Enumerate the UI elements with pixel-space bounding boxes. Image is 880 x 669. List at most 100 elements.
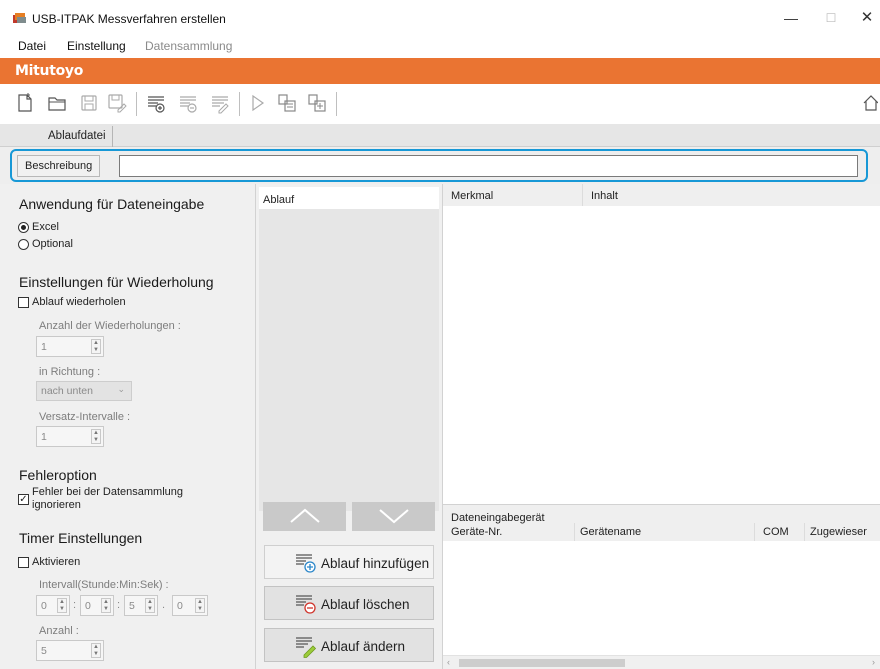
save-as-icon[interactable]: [106, 92, 128, 114]
edit-procedure-icon: [296, 637, 317, 658]
repeat-count-label: Anzahl der Wiederholungen :: [39, 320, 181, 332]
add-procedure-icon[interactable]: [145, 92, 167, 114]
attributes-grid[interactable]: Merkmal Inhalt: [443, 184, 880, 504]
scrollbar-thumb[interactable]: [459, 659, 625, 667]
timer-checkbox[interactable]: Aktivieren: [18, 556, 80, 568]
minimize-button[interactable]: —: [776, 8, 806, 28]
description-label: Beschreibung: [17, 155, 101, 177]
interval-seconds-value: 5: [129, 600, 135, 612]
column-divider[interactable]: [574, 523, 575, 541]
column-merkmal[interactable]: Merkmal: [451, 190, 493, 202]
column-geraete-nr[interactable]: Geräte-Nr.: [451, 526, 502, 538]
repeat-checkbox-box[interactable]: [18, 296, 29, 308]
close-button[interactable]: ✕: [852, 8, 880, 28]
device-grid-header: Dateneingabegerät Geräte-Nr. Gerätename …: [443, 505, 880, 541]
interval-seconds-spinner[interactable]: 5 ▲ ▼: [124, 595, 158, 616]
radio-optional[interactable]: Optional: [18, 238, 73, 250]
column-divider[interactable]: [582, 184, 583, 206]
brand-bar: Mitutoyo: [0, 58, 880, 84]
chevron-up-icon: [290, 508, 320, 523]
scroll-left-icon[interactable]: ‹: [447, 657, 450, 667]
interval-tenths-spinner[interactable]: 0 ▲ ▼: [172, 595, 208, 616]
chevron-down-icon: ⌄: [117, 384, 125, 394]
interval-label: Intervall(Stunde:Min:Sek) :: [39, 579, 169, 591]
procedure-list[interactable]: [259, 209, 439, 511]
direction-dropdown[interactable]: nach unten ⌄: [36, 381, 132, 401]
horizontal-scrollbar[interactable]: ‹ ›: [443, 655, 880, 669]
repeat-checkbox[interactable]: Ablauf wiederholen: [18, 296, 126, 308]
radio-optional-indicator[interactable]: [18, 238, 29, 250]
remove-procedure-icon[interactable]: [177, 92, 199, 114]
description-input[interactable]: [119, 155, 858, 177]
timer-count-label: Anzahl :: [39, 625, 79, 637]
tab-ablaufdatei[interactable]: Ablaufdatei: [44, 126, 113, 147]
column-com[interactable]: COM: [763, 526, 789, 538]
open-folder-icon[interactable]: [46, 92, 68, 114]
title-bar: USB-ITPAK Messverfahren erstellen — ☐ ✕: [0, 0, 880, 36]
chevron-down-icon: [379, 509, 409, 524]
timer-heading: Timer Einstellungen: [19, 530, 143, 546]
repeat-checkbox-label: Ablauf wiederholen: [32, 296, 126, 308]
menu-datensammlung[interactable]: Datensammlung: [145, 39, 232, 53]
save-icon[interactable]: [78, 92, 100, 114]
add-procedure-button[interactable]: Ablauf hinzufügen: [264, 545, 434, 579]
interval-minutes-spinner[interactable]: 0 ▲ ▼: [80, 595, 114, 616]
toolbar-separator: [336, 92, 337, 116]
timer-checkbox-label: Aktivieren: [32, 556, 81, 568]
scroll-right-icon[interactable]: ›: [872, 657, 875, 667]
radio-excel[interactable]: Excel: [18, 221, 59, 233]
move-up-button[interactable]: [263, 502, 346, 531]
delete-procedure-button[interactable]: Ablauf löschen: [264, 586, 434, 620]
new-file-icon[interactable]: [14, 92, 36, 114]
spinner-arrows-icon[interactable]: ▲ ▼: [101, 598, 111, 613]
run-icon[interactable]: [246, 92, 268, 114]
offset-label: Versatz-Intervalle :: [39, 411, 131, 423]
column-zugewiesen[interactable]: Zugewieser: [810, 526, 867, 538]
spinner-arrows-icon[interactable]: ▲ ▼: [57, 598, 67, 613]
input-app-heading: Anwendung für Dateneingabe: [19, 196, 205, 212]
direction-label: in Richtung :: [39, 366, 101, 378]
error-checkbox[interactable]: ✓ Fehler bei der Datensammlung ignoriere…: [18, 486, 183, 512]
radio-excel-indicator[interactable]: [18, 221, 29, 233]
timer-count-spinner[interactable]: 5 ▲ ▼: [36, 640, 104, 661]
edit-procedure-label: Ablauf ändern: [321, 639, 406, 654]
spinner-arrows-icon[interactable]: ▲ ▼: [91, 339, 101, 354]
timer-checkbox-box[interactable]: [18, 556, 29, 568]
radio-optional-label: Optional: [32, 238, 73, 250]
error-checkbox-box[interactable]: ✓: [18, 494, 29, 505]
separator-colon: :: [73, 599, 77, 611]
device-grid[interactable]: Dateneingabegerät Geräte-Nr. Gerätename …: [443, 504, 880, 669]
repeat-count-spinner[interactable]: 1 ▲ ▼: [36, 336, 104, 357]
settings-panel: Anwendung für Dateneingabe Excel Optiona…: [0, 184, 256, 669]
column-geraetename[interactable]: Gerätename: [580, 526, 641, 538]
spinner-arrows-icon[interactable]: ▲ ▼: [91, 429, 101, 444]
menu-bar: Datei Einstellung Datensammlung: [0, 36, 880, 57]
window-title: USB-ITPAK Messverfahren erstellen: [32, 12, 226, 26]
procedure-panel: Ablauf Ablauf hinzufügen Ablauf löschen …: [256, 184, 443, 669]
column-inhalt[interactable]: Inhalt: [591, 190, 618, 202]
offset-spinner[interactable]: 1 ▲ ▼: [36, 426, 104, 447]
copy-device-icon[interactable]: [276, 92, 298, 114]
spinner-arrows-icon[interactable]: ▲ ▼: [195, 598, 205, 613]
procedure-list-header: Ablauf: [259, 187, 439, 209]
home-icon[interactable]: [862, 92, 879, 114]
menu-datei[interactable]: Datei: [18, 39, 46, 53]
app-icon: [13, 13, 26, 23]
spinner-arrows-icon[interactable]: ▲ ▼: [145, 598, 155, 613]
spinner-arrows-icon[interactable]: ▲ ▼: [91, 643, 101, 658]
edit-procedure-icon[interactable]: [209, 92, 231, 114]
repeat-heading: Einstellungen für Wiederholung: [19, 274, 214, 290]
menu-einstellung[interactable]: Einstellung: [67, 39, 126, 53]
delete-procedure-label: Ablauf löschen: [321, 597, 410, 612]
separator-colon: :: [117, 599, 121, 611]
column-divider[interactable]: [754, 523, 755, 541]
paste-device-icon[interactable]: [306, 92, 328, 114]
interval-hours-spinner[interactable]: 0 ▲ ▼: [36, 595, 70, 616]
toolbar-separator: [239, 92, 240, 116]
move-down-button[interactable]: [352, 502, 435, 531]
timer-count-value: 5: [41, 645, 47, 657]
edit-procedure-button[interactable]: Ablauf ändern: [264, 628, 434, 662]
separator-dot: .: [162, 599, 166, 611]
maximize-button[interactable]: ☐: [816, 8, 846, 28]
column-divider[interactable]: [804, 523, 805, 541]
